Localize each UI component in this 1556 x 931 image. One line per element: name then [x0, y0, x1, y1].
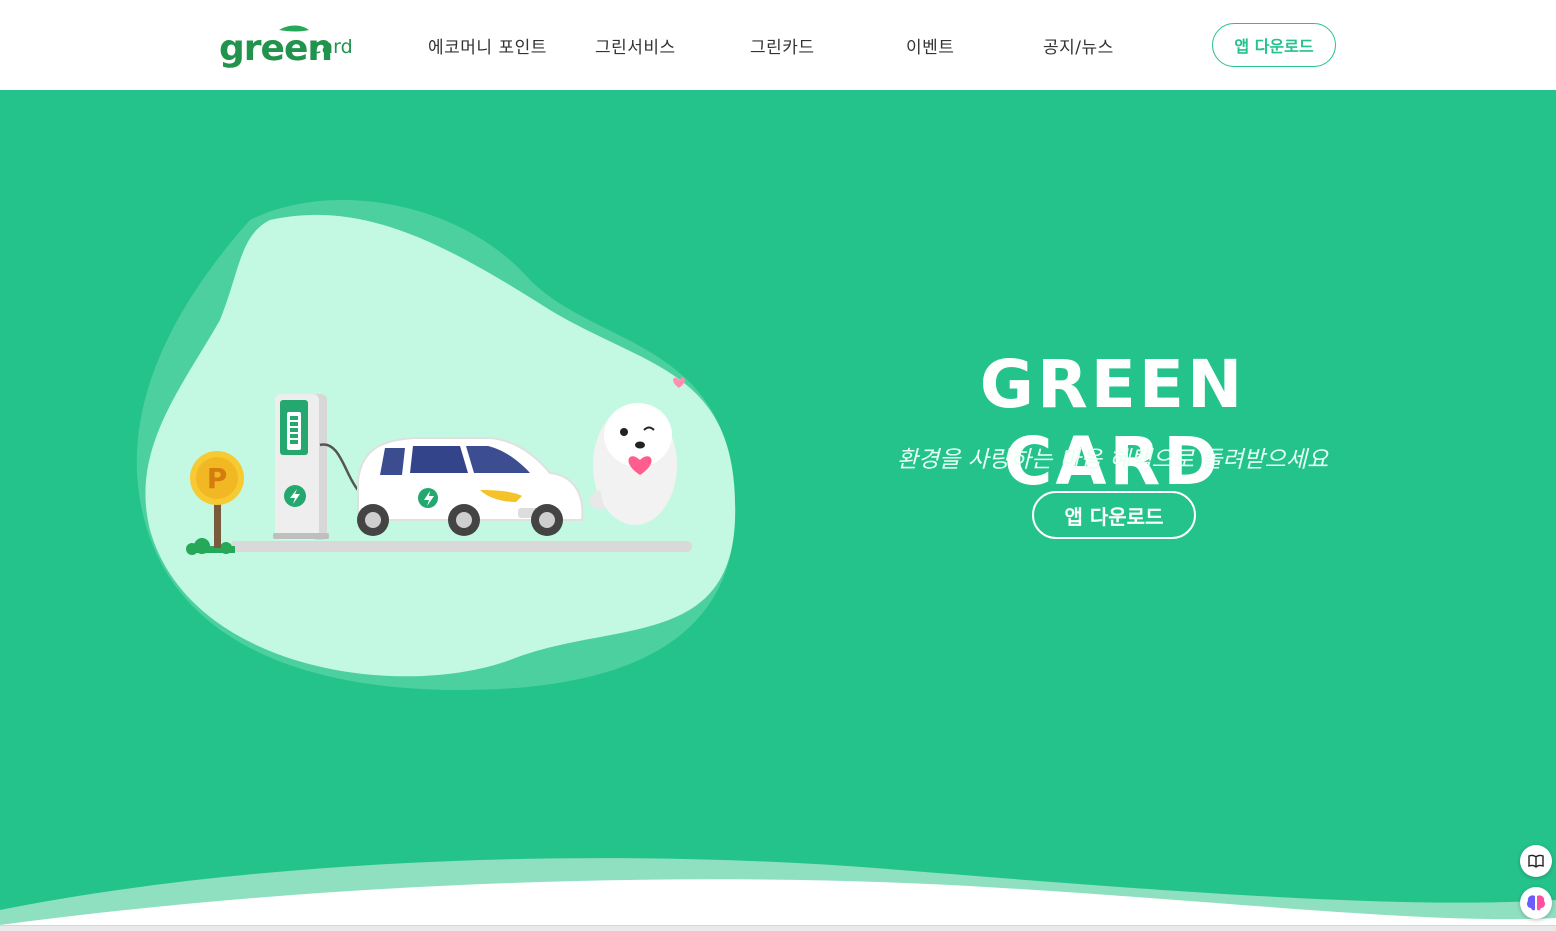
book-icon[interactable]: [1520, 845, 1552, 877]
nav-eco-money-point[interactable]: 에코머니 포인트: [428, 33, 547, 58]
parking-letter: P: [207, 462, 228, 495]
greencard-logo[interactable]: green card: [219, 22, 354, 68]
ev-charging-illustration: P: [136, 200, 736, 690]
parking-sign-pole: [214, 500, 221, 548]
svg-text:card: card: [311, 36, 353, 58]
bottom-wave: [0, 858, 1556, 931]
nav-green-card[interactable]: 그린카드: [750, 33, 815, 58]
hero-section: P GREEN CARD 환경을 사랑하는 마음 혜택으로 돌려받으세요 앱 다…: [0, 90, 1556, 931]
nav-event[interactable]: 이벤트: [906, 33, 954, 58]
browser-bottom-edge: [0, 925, 1556, 931]
hero-app-download-button[interactable]: 앱 다운로드: [1032, 491, 1196, 539]
hero-subtitle: 환경을 사랑하는 마음 혜택으로 돌려받으세요: [896, 447, 1329, 473]
brain-icon[interactable]: [1520, 887, 1552, 919]
nav-notice-news[interactable]: 공지/뉴스: [1043, 33, 1114, 58]
header-app-download-button[interactable]: 앱 다운로드: [1212, 23, 1336, 67]
ground-line: [230, 541, 692, 552]
hero-title: GREEN CARD: [979, 346, 1246, 500]
nav-green-service[interactable]: 그린서비스: [595, 33, 676, 58]
top-navigation-bar: green card 에코머니 포인트 그린서비스 그린카드 이벤트 공지/뉴스…: [0, 0, 1556, 90]
